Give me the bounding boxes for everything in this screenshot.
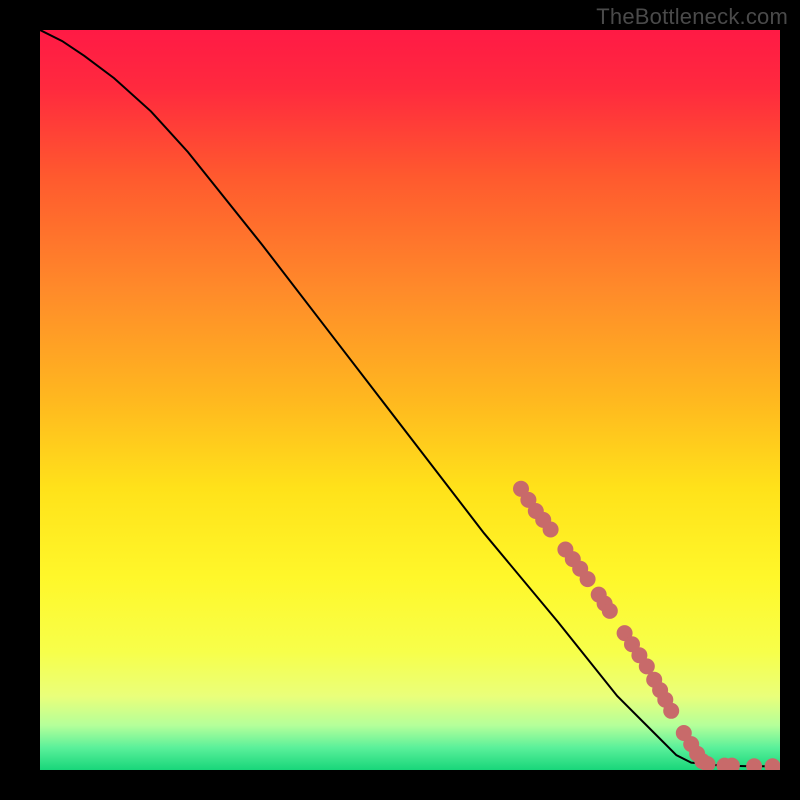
watermark-text: TheBottleneck.com [596, 4, 788, 30]
gradient-background [40, 30, 780, 770]
plot-area [40, 30, 780, 770]
chart-container: TheBottleneck.com [0, 0, 800, 800]
data-point [580, 571, 596, 587]
data-point [602, 603, 618, 619]
data-point [663, 703, 679, 719]
data-point [543, 522, 559, 538]
chart-svg [40, 30, 780, 770]
